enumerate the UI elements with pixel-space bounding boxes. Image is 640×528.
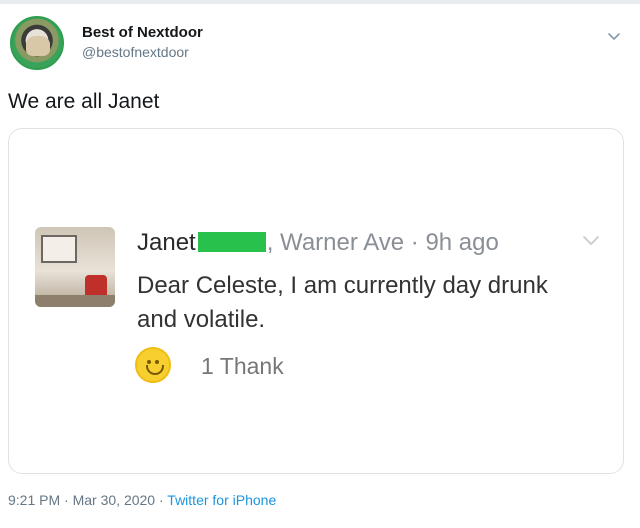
tweet-footer: 9:21 PM · Mar 30, 2020 · Twitter for iPh…	[8, 492, 276, 508]
smiley-eye-right	[155, 360, 159, 364]
separator: ·	[158, 492, 164, 508]
avatar-shelf	[35, 295, 115, 307]
display-name[interactable]: Best of Nextdoor	[82, 24, 203, 41]
tweet-source[interactable]: Twitter for iPhone	[167, 492, 276, 508]
top-divider	[0, 0, 640, 4]
avatar[interactable]	[10, 16, 64, 70]
smiley-eye-left	[147, 360, 151, 364]
handle[interactable]: @bestofnextdoor	[82, 44, 189, 60]
tweet-header: Best of Nextdoor @bestofnextdoor	[8, 14, 632, 74]
nextdoor-avatar	[35, 227, 115, 307]
thank-count: 1 Thank	[201, 353, 284, 379]
redaction-bar	[197, 232, 266, 252]
nextdoor-post-body: Dear Celeste, I am currently day drunk a…	[137, 272, 548, 333]
embedded-screenshot-card[interactable]: Janet , Warner Ave · 9h ago Dear Celeste,…	[8, 128, 624, 474]
nextdoor-post-meta: , Warner Ave · 9h ago	[266, 229, 499, 256]
tweet-date[interactable]: Mar 30, 2020	[73, 492, 156, 508]
chevron-down-icon[interactable]	[606, 28, 622, 44]
nextdoor-post-header: Janet , Warner Ave · 9h ago	[137, 229, 499, 257]
tweet-text: We are all Janet	[8, 90, 160, 113]
chevron-down-icon	[583, 236, 599, 245]
nextdoor-author-name: Janet	[137, 229, 196, 256]
separator: ·	[64, 492, 69, 508]
tweet-time[interactable]: 9:21 PM	[8, 492, 60, 508]
avatar-face	[26, 36, 50, 56]
avatar-picture-frame	[41, 235, 77, 263]
smiley-mouth	[146, 365, 164, 375]
smiley-icon	[135, 347, 171, 383]
